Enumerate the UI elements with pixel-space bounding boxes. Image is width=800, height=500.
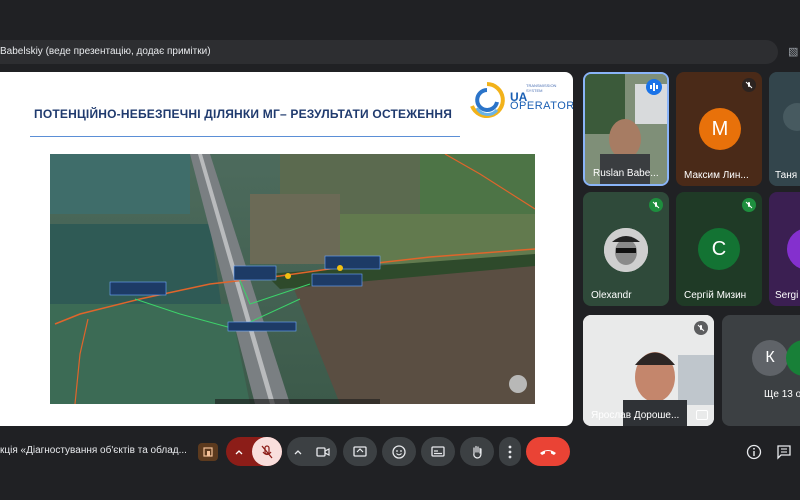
- participant-name: Ярослав Дороше...: [591, 410, 680, 421]
- camera-icon: [316, 446, 330, 457]
- participant-tile-ruslan[interactable]: Ruslan Babe...: [583, 72, 669, 186]
- participant-tile-olexandr[interactable]: Olexandr: [583, 192, 669, 306]
- participant-name: Ruslan Babe...: [593, 168, 659, 179]
- hang-up-icon: [540, 449, 556, 455]
- present-screen-icon: [353, 445, 367, 457]
- emoji-icon: [392, 444, 406, 459]
- avatar: К: [752, 340, 788, 376]
- reactions-button[interactable]: [382, 437, 416, 466]
- participant-name: Olexandr: [591, 290, 632, 301]
- mic-off-icon: [694, 321, 708, 335]
- pin-icon[interactable]: [696, 410, 708, 420]
- participant-tile-serhii-myzyn[interactable]: С Сергій Мизин: [676, 192, 762, 306]
- avatar: М: [699, 108, 741, 150]
- avatar-secondary: [786, 340, 800, 376]
- participant-name: Sergi: [775, 290, 799, 301]
- speaking-indicator-icon: [646, 79, 662, 95]
- mic-off-button[interactable]: [252, 437, 282, 466]
- raise-hand-button[interactable]: [460, 437, 494, 466]
- info-button[interactable]: [746, 444, 762, 460]
- more-options-button[interactable]: [499, 437, 521, 466]
- participant-tile-sergi[interactable]: Sergi: [769, 192, 800, 306]
- participant-tile-yaroslav[interactable]: Ярослав Дороше...: [583, 315, 714, 426]
- hand-icon: [473, 445, 482, 459]
- captions-button[interactable]: [421, 437, 455, 466]
- notes-icon[interactable]: ▧: [788, 40, 800, 64]
- participant-name: Таня Б: [775, 170, 800, 181]
- camera-button[interactable]: [309, 437, 337, 466]
- mic-toggle-group: [226, 437, 282, 466]
- slide-title: ПОТЕНЦІЙНО-НЕБЕЗПЕЧНІ ДІЛЯНКИ МГ– РЕЗУЛЬ…: [34, 107, 453, 121]
- more-participants-tile[interactable]: К Ще 13 о: [722, 315, 800, 426]
- captions-icon: [431, 446, 445, 457]
- audio-options-button[interactable]: [226, 437, 252, 466]
- participant-name: Сергій Мизин: [684, 290, 747, 301]
- meeting-details-button[interactable]: [198, 443, 218, 461]
- participant-video: [769, 72, 800, 186]
- avatar: [604, 228, 648, 272]
- more-participants-label: Ще 13 о: [764, 389, 800, 400]
- participant-tile-maksym[interactable]: М Максим Лин...: [676, 72, 762, 186]
- mic-off-icon: [649, 198, 663, 212]
- mic-off-icon: [742, 198, 756, 212]
- satellite-map-image: [50, 154, 535, 404]
- camera-toggle-group: [287, 437, 337, 466]
- mic-off-icon: [261, 444, 273, 458]
- slide-divider: [30, 136, 460, 137]
- chat-button[interactable]: [776, 444, 792, 460]
- presentation-slide: ПОТЕНЦІЙНО-НЕБЕЗПЕЧНІ ДІЛЯНКИ МГ– РЕЗУЛЬ…: [0, 72, 573, 426]
- logo-subtext: TRANSMISSION SYSTEM: [526, 83, 557, 93]
- presentation-banner: Babelskiy (веде презентацію, додає примі…: [0, 40, 778, 64]
- participant-tile-tania[interactable]: Таня Б: [769, 72, 800, 186]
- info-icon: [746, 444, 762, 460]
- video-options-button[interactable]: [287, 437, 309, 466]
- meeting-title: кція «Діагностування об'єктів та облад..…: [0, 445, 187, 456]
- participant-name: Максим Лин...: [684, 170, 749, 181]
- avatar: [787, 228, 800, 270]
- leave-call-button[interactable]: [526, 437, 570, 466]
- logo-operator-text: OPERATOR: [510, 100, 573, 112]
- mic-off-icon: [742, 78, 756, 92]
- more-vert-icon: [508, 445, 512, 458]
- avatar: С: [698, 228, 740, 270]
- presenting-label: Babelskiy (веде презентацію, додає примі…: [0, 46, 211, 57]
- chat-icon: [777, 445, 791, 460]
- present-button[interactable]: [343, 437, 377, 466]
